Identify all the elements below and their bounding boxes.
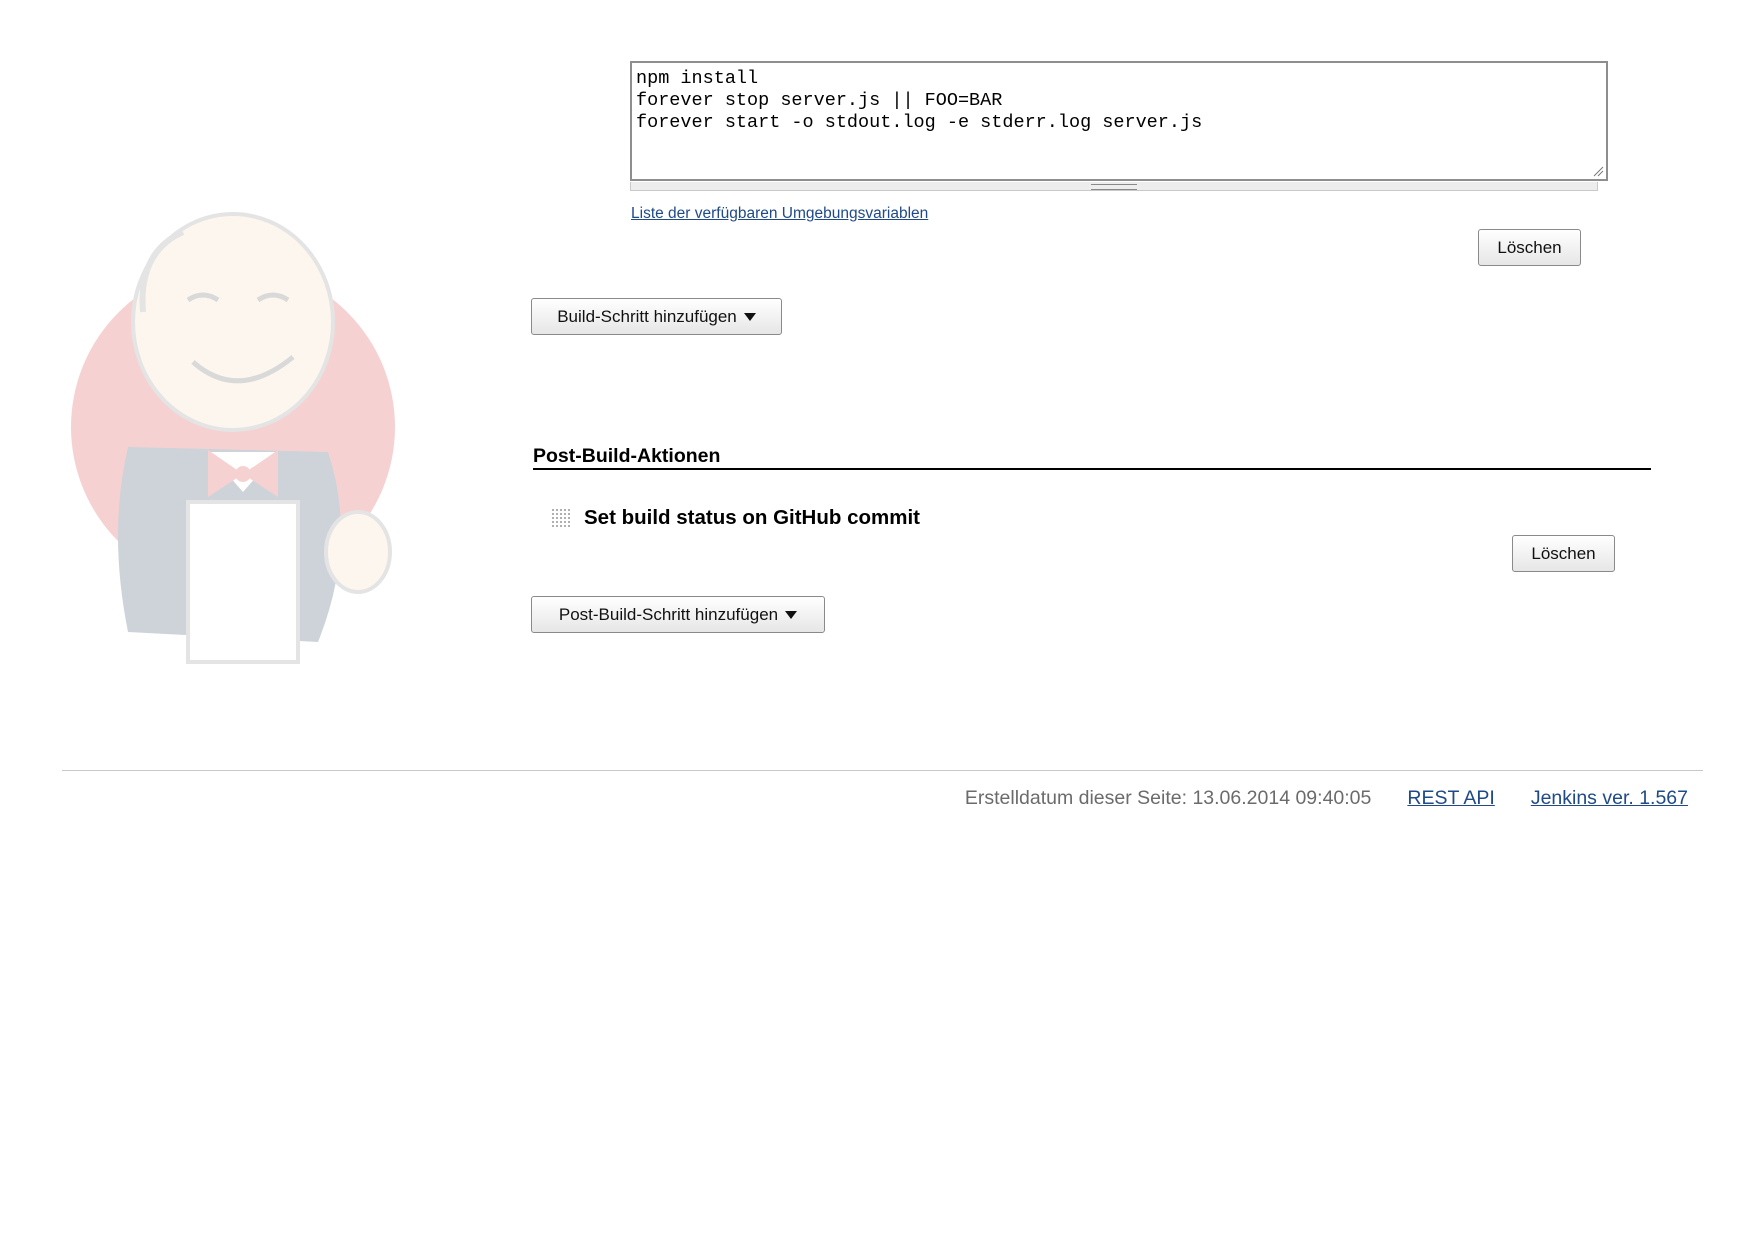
drag-handle-icon[interactable] — [551, 508, 571, 528]
delete-shell-step-button[interactable]: Löschen — [1478, 229, 1581, 266]
caret-down-icon — [785, 610, 798, 619]
add-post-build-step-button[interactable]: Post-Build-Schritt hinzufügen — [531, 596, 825, 633]
env-variables-link[interactable]: Liste der verfügbaren Umgebungsvariablen — [631, 205, 928, 223]
page-footer: Erstelldatum dieser Seite: 13.06.2014 09… — [965, 787, 1688, 810]
add-post-build-step-label: Post-Build-Schritt hinzufügen — [558, 604, 779, 624]
shell-command-container: npm install forever stop server.js || FO… — [630, 61, 1608, 191]
caret-down-icon — [743, 312, 756, 321]
jenkins-config-page: npm install forever stop server.js || FO… — [0, 0, 1754, 1239]
rest-api-link[interactable]: REST API — [1407, 787, 1494, 810]
page-generated-timestamp: Erstelldatum dieser Seite: 13.06.2014 09… — [964, 787, 1372, 809]
resize-grip-icon[interactable] — [1592, 165, 1604, 177]
expand-grip-icon — [1091, 184, 1137, 190]
post-build-title-text: Post-Build-Aktionen — [533, 445, 721, 467]
post-build-action-title: Set build status on GitHub commit — [584, 506, 920, 529]
textarea-expand-handle[interactable] — [630, 182, 1598, 191]
add-build-step-button[interactable]: Build-Schritt hinzufügen — [531, 298, 782, 335]
post-build-section-title: Post-Build-Aktionen — [533, 444, 1651, 470]
jenkins-mascot-icon — [71, 212, 395, 664]
delete-button-label: Löschen — [1531, 543, 1596, 563]
add-build-step-label: Build-Schritt hinzufügen — [557, 306, 737, 326]
delete-button-label: Löschen — [1497, 237, 1562, 257]
jenkins-version-link[interactable]: Jenkins ver. 1.567 — [1531, 787, 1688, 810]
delete-post-build-action-button[interactable]: Löschen — [1512, 535, 1615, 572]
footer-divider — [62, 770, 1703, 771]
shell-command-textarea[interactable]: npm install forever stop server.js || FO… — [630, 61, 1608, 181]
